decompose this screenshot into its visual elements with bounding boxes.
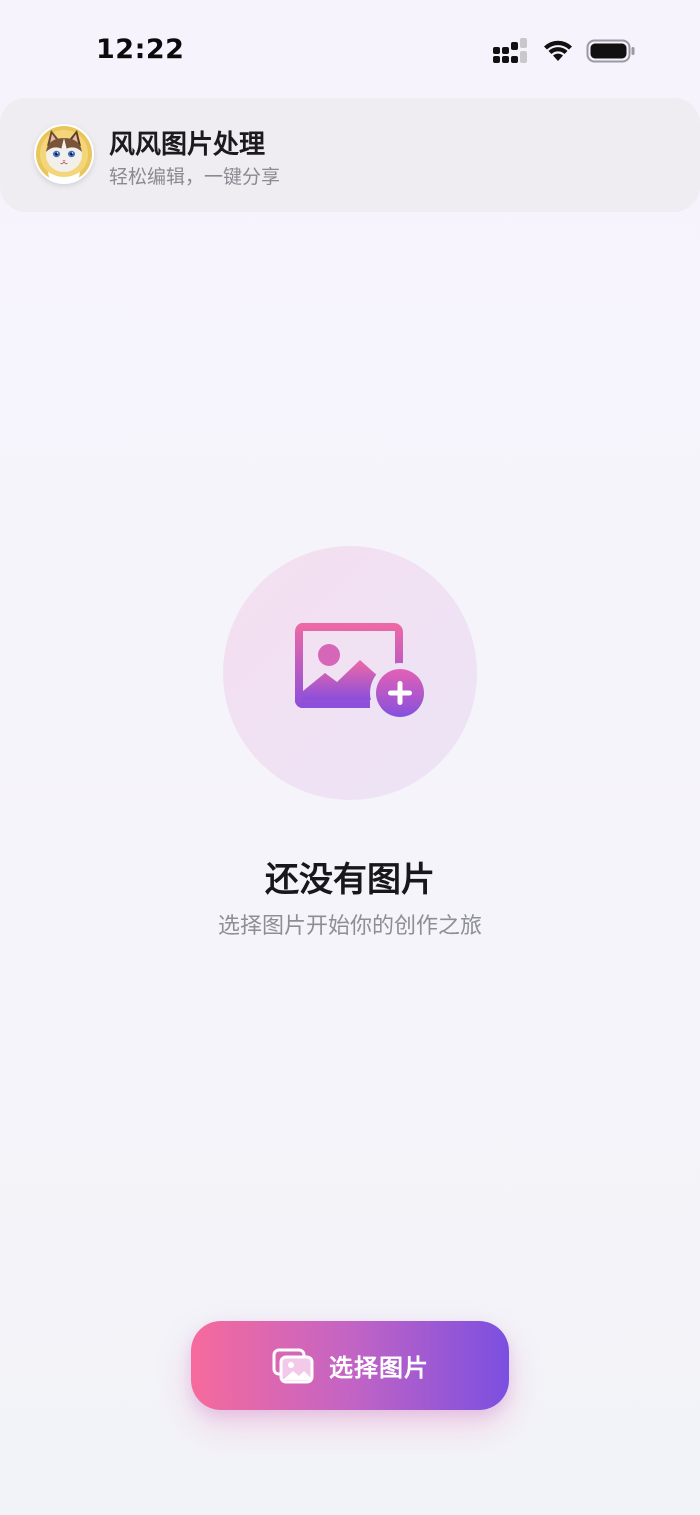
status-icons bbox=[492, 38, 636, 68]
cellular-signal-icon bbox=[492, 38, 530, 68]
battery-icon bbox=[586, 39, 636, 67]
empty-state-title: 还没有图片 bbox=[265, 860, 435, 900]
select-image-button[interactable]: 选择图片 bbox=[191, 1321, 509, 1410]
cat-avatar-icon[interactable] bbox=[34, 124, 94, 184]
status-time: 12:22 bbox=[96, 34, 185, 65]
status-bar: 12:22 bbox=[0, 0, 700, 100]
app-title: 风风图片处理 bbox=[109, 130, 266, 160]
app-subtitle: 轻松编辑，一键分享 bbox=[109, 166, 281, 188]
select-image-button-label: 选择图片 bbox=[329, 1354, 429, 1382]
photos-icon bbox=[271, 1347, 315, 1385]
add-image-icon bbox=[290, 618, 430, 723]
empty-state-subtitle: 选择图片开始你的创作之旅 bbox=[217, 914, 482, 939]
app-header bbox=[0, 98, 700, 212]
wifi-icon bbox=[542, 39, 574, 67]
